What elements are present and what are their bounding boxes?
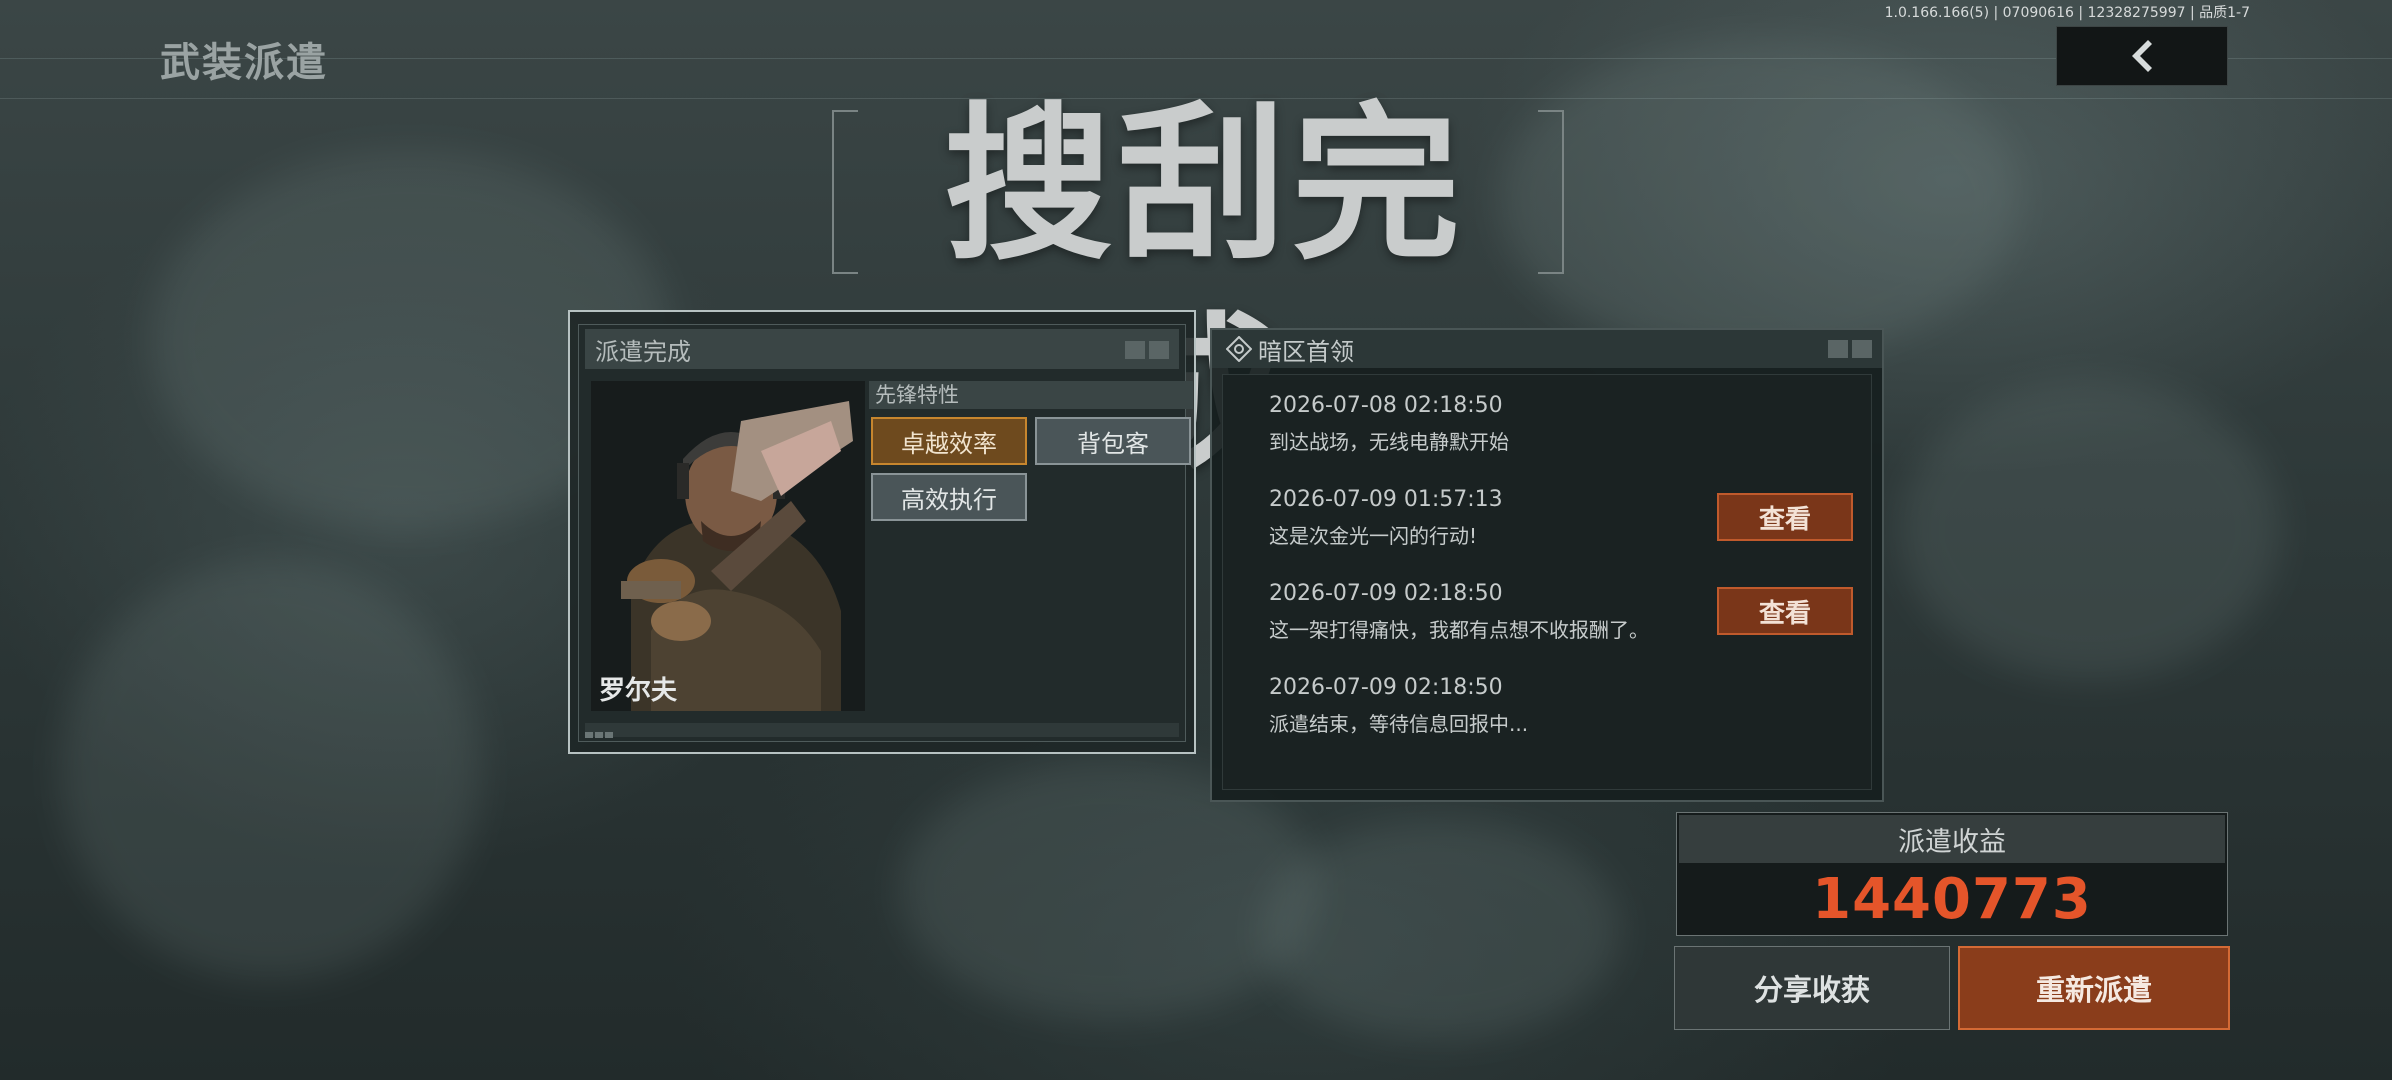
trait-badge[interactable]: 高效执行: [871, 473, 1027, 521]
operator-name: 罗尔夫: [599, 676, 678, 706]
log-text: 这是次金光一闪的行动!: [1269, 524, 1478, 548]
log-time: 2026-07-09 02:18:50: [1269, 581, 1503, 606]
panel-title: 派遣完成: [595, 337, 691, 366]
hud-line: [0, 58, 2392, 59]
target-diamond-icon: [1226, 336, 1252, 362]
view-button[interactable]: 查看: [1717, 493, 1853, 541]
earnings-value: 1440773: [1812, 867, 2092, 932]
log-entry: 2026-07-09 02:18:50 派遣结束，等待信息回报中...: [1269, 675, 1528, 737]
version-info: 1.0.166.166(5) | 07090616 | 12328275997 …: [1884, 5, 2250, 21]
share-button[interactable]: 分享收获: [1674, 946, 1950, 1030]
log-time: 2026-07-09 01:57:13: [1269, 487, 1503, 512]
log-entry: 2026-07-09 01:57:13 这是次金光一闪的行动!: [1269, 487, 1503, 549]
log-text: 到达战场，无线电静默开始: [1269, 430, 1509, 454]
chevron-left-icon: [2132, 40, 2152, 72]
back-button[interactable]: [2056, 26, 2228, 86]
log-header: 暗区首领: [1212, 330, 1882, 368]
panel-footer: [585, 723, 1179, 738]
header-decoration: [1125, 341, 1169, 359]
log-entry: 2026-07-08 02:18:50 到达战场，无线电静默开始: [1269, 393, 1509, 455]
page-title: 武装派遣: [160, 40, 328, 86]
log-entry: 2026-07-09 02:18:50 这一架打得痛快，我都有点想不收报酬了。: [1269, 581, 1649, 643]
header-decoration: [1828, 340, 1872, 358]
log-list: 2026-07-08 02:18:50 到达战场，无线电静默开始 2026-07…: [1222, 374, 1872, 790]
hero-bracket-left: [832, 110, 858, 274]
operator-portrait: 罗尔夫: [591, 381, 865, 711]
mission-log-panel: 暗区首领 2026-07-08 02:18:50 到达战场，无线电静默开始 20…: [1210, 328, 1884, 802]
trait-header: 先锋特性: [869, 381, 1193, 409]
view-button[interactable]: 查看: [1717, 587, 1853, 635]
log-text: 这一架打得痛快，我都有点想不收报酬了。: [1269, 618, 1649, 642]
panel-header: 派遣完成: [585, 329, 1179, 369]
log-title: 暗区首领: [1258, 337, 1354, 366]
log-time: 2026-07-09 02:18:50: [1269, 675, 1503, 700]
log-time: 2026-07-08 02:18:50: [1269, 393, 1503, 418]
log-text: 派遣结束，等待信息回报中...: [1269, 712, 1529, 736]
earnings-box: 派遣收益 1440773: [1676, 812, 2228, 936]
earnings-label: 派遣收益: [1679, 815, 2225, 863]
trait-badge[interactable]: 背包客: [1035, 417, 1191, 465]
hero-bracket-right: [1538, 110, 1564, 274]
trait-badge[interactable]: 卓越效率: [871, 417, 1027, 465]
redeploy-button[interactable]: 重新派遣: [1958, 946, 2230, 1030]
dispatch-result-panel: 派遣完成 罗尔夫 先锋特性 卓越效率 背包客 高效执行: [568, 310, 1196, 754]
operator-avatar-icon: [591, 381, 865, 711]
